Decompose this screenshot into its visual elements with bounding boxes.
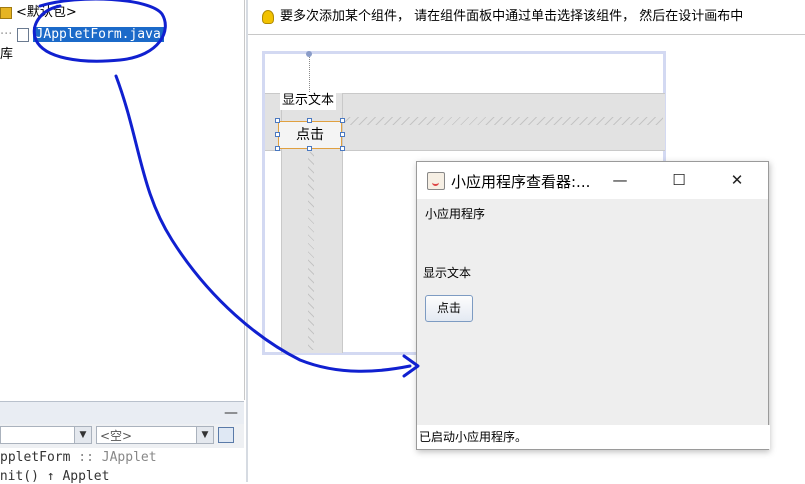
- resize-handle[interactable]: [340, 118, 345, 123]
- minimize-icon[interactable]: —: [224, 405, 238, 421]
- package-icon: [0, 6, 12, 19]
- horizontal-spring: [345, 117, 663, 125]
- design-button-component[interactable]: 点击: [278, 121, 342, 149]
- designer-hint-bar: 要多次添加某个组件， 请在组件面板中通过单击选择该组件， 然后在设计画布中: [248, 0, 805, 35]
- project-tree-panel: <默认包> ··· JAppletForm.java 库: [0, 0, 245, 400]
- resize-handle[interactable]: [275, 146, 280, 151]
- navigator-header: —: [0, 401, 244, 425]
- navigator-options-icon[interactable]: [218, 427, 234, 443]
- tree-item-libraries[interactable]: 库: [0, 46, 13, 64]
- vertical-spring: [308, 152, 314, 350]
- resize-handle[interactable]: [340, 146, 345, 151]
- minimize-button[interactable]: —: [608, 170, 632, 190]
- file-label: JAppletForm.java: [32, 27, 164, 42]
- resize-handle[interactable]: [340, 132, 345, 137]
- chevron-down-icon[interactable]: ▼: [74, 427, 91, 443]
- lightbulb-icon: [262, 9, 274, 24]
- applet-click-button[interactable]: 点击: [425, 295, 473, 322]
- resize-handle[interactable]: [307, 146, 312, 151]
- anchor-guide: [309, 54, 310, 94]
- tree-item-jappletform[interactable]: ··· JAppletForm.java: [0, 26, 164, 44]
- package-label: <默认包>: [16, 5, 77, 20]
- applet-menu-caption[interactable]: 小应用程序: [425, 205, 485, 222]
- member-select-value: <空>: [100, 429, 133, 443]
- close-button[interactable]: ✕: [725, 170, 749, 190]
- viewer-titlebar[interactable]: 小应用程序查看器:... — ☐ ✕: [417, 162, 768, 199]
- resize-handle[interactable]: [275, 132, 280, 137]
- design-label-component[interactable]: 显示文本: [280, 92, 337, 110]
- applet-label: 显示文本: [423, 266, 472, 280]
- class-superclass: :: JApplet: [78, 450, 157, 465]
- resize-handle[interactable]: [275, 118, 280, 123]
- tree-connector: ···: [0, 27, 13, 42]
- viewer-body: 小应用程序 显示文本 点击: [417, 199, 768, 425]
- resize-handle[interactable]: [307, 118, 312, 123]
- maximize-button[interactable]: ☐: [667, 170, 691, 190]
- applet-viewer-window[interactable]: 小应用程序查看器:... — ☐ ✕ 小应用程序 显示文本 点击 已启动小应用程…: [416, 161, 770, 450]
- tree-item-default-package[interactable]: <默认包>: [0, 4, 77, 22]
- navigator-class-line[interactable]: ppletForm :: JApplet: [0, 450, 157, 465]
- chevron-down-icon[interactable]: ▼: [196, 427, 213, 443]
- viewer-title: 小应用程序查看器:...: [451, 173, 591, 191]
- viewer-status-bar: 已启动小应用程序。: [417, 425, 770, 449]
- anchor-point: [306, 51, 312, 57]
- panel-divider[interactable]: [246, 0, 248, 482]
- designer-hint-text: 要多次添加某个组件， 请在组件面板中通过单击选择该组件， 然后在设计画布中: [280, 9, 744, 24]
- navigator-member-select[interactable]: <空> ▼: [96, 426, 214, 444]
- java-file-icon: [16, 27, 29, 42]
- library-label: 库: [0, 47, 14, 62]
- class-name: ppletForm: [0, 450, 79, 465]
- java-cup-icon: [427, 172, 445, 190]
- navigator-filter-select[interactable]: ▼: [0, 426, 92, 444]
- navigator-toolbar: ▼ <空> ▼: [0, 424, 244, 448]
